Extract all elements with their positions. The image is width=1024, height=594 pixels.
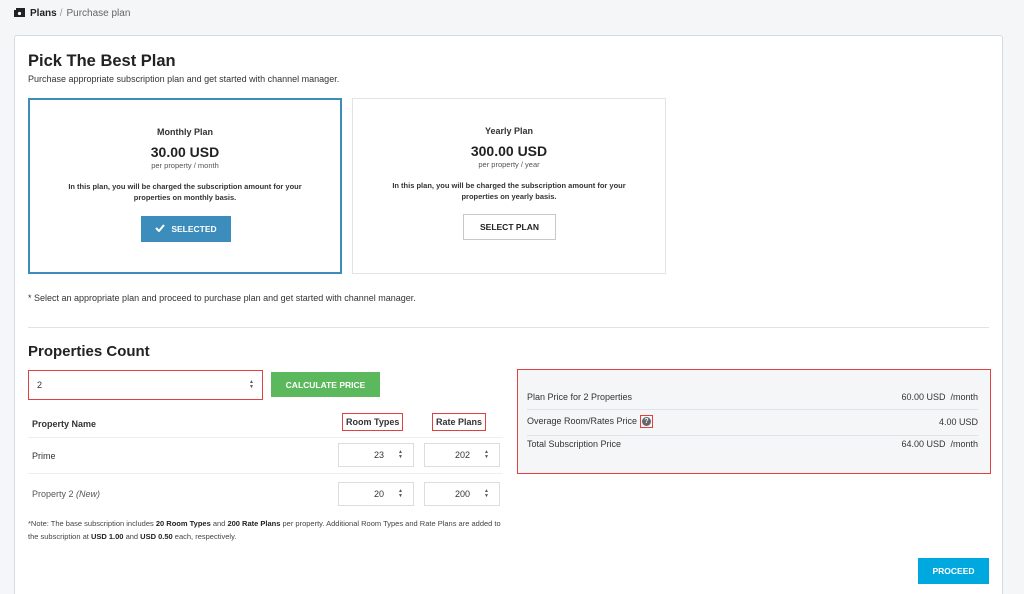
purchase-plan-panel: Pick The Best Plan Purchase appropriate … xyxy=(14,35,1003,594)
calculate-price-button[interactable]: CALCULATE PRICE xyxy=(271,372,380,397)
plan-name: Yearly Plan xyxy=(484,126,534,136)
select-plan-button[interactable]: SELECT PLAN xyxy=(463,214,556,240)
summary-value: 64.00 USD /month xyxy=(901,439,978,449)
footnote-bold: USD 1.00 xyxy=(90,532,124,541)
summary-label: Total Subscription Price xyxy=(527,439,622,449)
selected-plan-button-label: SELECTED xyxy=(171,224,217,234)
summary-row-total: Total Subscription Price 64.00 USD /mont… xyxy=(527,439,978,449)
table-divider xyxy=(28,473,503,474)
property-count-input[interactable]: 2 ▲ ▼ xyxy=(28,370,263,400)
column-header-property-name: Property Name xyxy=(32,419,97,429)
section-divider xyxy=(28,327,989,328)
table-row-property-name: Property 2 (New) xyxy=(32,489,100,499)
breadcrumb: Plans / Purchase plan xyxy=(14,6,130,20)
stepper-arrows-icon[interactable]: ▲ ▼ xyxy=(398,450,403,460)
plan-price: 30.00 USD xyxy=(150,144,220,160)
checkmark-icon xyxy=(155,224,166,234)
footnote-text: *Note: The base subscription includes xyxy=(28,519,156,528)
plan-price: 300.00 USD xyxy=(470,143,548,159)
money-icon xyxy=(14,8,26,18)
properties-count-title: Properties Count xyxy=(28,343,150,360)
room-types-input[interactable]: 23 ▲ ▼ xyxy=(338,443,414,467)
plan-note: * Select an appropriate plan and proceed… xyxy=(28,293,416,303)
plan-description: In this plan, you will be charged the su… xyxy=(50,181,320,203)
rate-plans-value: 200 xyxy=(455,489,471,499)
summary-value: 60.00 USD /month xyxy=(901,392,978,402)
help-icon[interactable]: ? xyxy=(642,417,652,426)
new-property-tag: (New) xyxy=(76,489,101,499)
price-summary-box: Plan Price for 2 Properties 60.00 USD /m… xyxy=(517,369,991,474)
stepper-arrows-icon[interactable]: ▲ ▼ xyxy=(398,489,403,499)
column-header-room-types: Room Types xyxy=(342,413,404,431)
breadcrumb-plans-link[interactable]: Plans xyxy=(30,8,57,19)
summary-value: 4.00 USD xyxy=(938,416,978,427)
summary-divider xyxy=(527,409,978,410)
summary-divider xyxy=(527,435,978,436)
summary-row-overage: Overage Room/Rates Price? 4.00 USD xyxy=(527,415,978,428)
plan-description-line: In this plan, you will be charged the su… xyxy=(68,182,302,191)
table-divider xyxy=(28,437,503,438)
plan-description: In this plan, you will be charged the su… xyxy=(373,180,645,202)
help-icon-highlight[interactable]: ? xyxy=(640,415,654,428)
column-header-rate-plans: Rate Plans xyxy=(432,413,487,431)
plan-card-monthly[interactable]: Monthly Plan 30.00 USD per property / mo… xyxy=(28,98,342,274)
selected-plan-button[interactable]: SELECTED xyxy=(141,216,231,242)
plan-card-yearly[interactable]: Yearly Plan 300.00 USD per property / ye… xyxy=(352,98,666,274)
room-types-input[interactable]: 20 ▲ ▼ xyxy=(338,482,414,506)
footnote-text: each, respectively. xyxy=(172,532,237,541)
stepper-arrows-icon[interactable]: ▲ ▼ xyxy=(249,380,254,390)
summary-row-plan-price: Plan Price for 2 Properties 60.00 USD /m… xyxy=(527,392,978,402)
rate-plans-input[interactable]: 200 ▲ ▼ xyxy=(424,482,500,506)
plan-description-line: In this plan, you will be charged the su… xyxy=(392,181,626,190)
rate-plans-input[interactable]: 202 ▲ ▼ xyxy=(424,443,500,467)
plan-unit: per property / year xyxy=(478,160,540,169)
room-types-value: 23 xyxy=(374,450,385,460)
footnote-text: and xyxy=(123,532,141,541)
plan-description-line: properties on yearly basis. xyxy=(461,192,557,201)
footnote-bold: 200 Rate Plans xyxy=(227,519,281,528)
plan-unit: per property / month xyxy=(151,161,219,170)
breadcrumb-current: Purchase plan xyxy=(66,7,131,19)
plan-name: Monthly Plan xyxy=(157,127,213,137)
plan-description-line: properties on monthly basis. xyxy=(133,193,237,202)
rate-plans-value: 202 xyxy=(455,450,471,460)
table-row-property-name: Prime xyxy=(32,451,56,461)
scrollbar[interactable] xyxy=(1016,0,1024,594)
pricing-footnote: *Note: The base subscription includes 20… xyxy=(28,517,508,543)
summary-label: Overage Room/Rates Price? xyxy=(527,415,654,428)
page-subtitle: Purchase appropriate subscription plan a… xyxy=(28,74,340,84)
footnote-bold: 20 Room Types xyxy=(155,519,211,528)
property-count-value: 2 xyxy=(37,380,43,390)
breadcrumb-separator: / xyxy=(59,7,63,19)
proceed-button[interactable]: PROCEED xyxy=(918,558,989,584)
property-name-text: Property 2 xyxy=(32,489,74,499)
footnote-bold: USD 0.50 xyxy=(140,532,173,541)
stepper-arrows-icon[interactable]: ▲ ▼ xyxy=(484,450,489,460)
room-types-value: 20 xyxy=(374,489,385,499)
summary-label: Plan Price for 2 Properties xyxy=(527,392,633,402)
overage-label-text: Overage Room/Rates Price xyxy=(527,415,638,426)
page-title: Pick The Best Plan xyxy=(28,52,176,70)
stepper-arrows-icon[interactable]: ▲ ▼ xyxy=(484,489,489,499)
footnote-text: and xyxy=(210,519,228,528)
